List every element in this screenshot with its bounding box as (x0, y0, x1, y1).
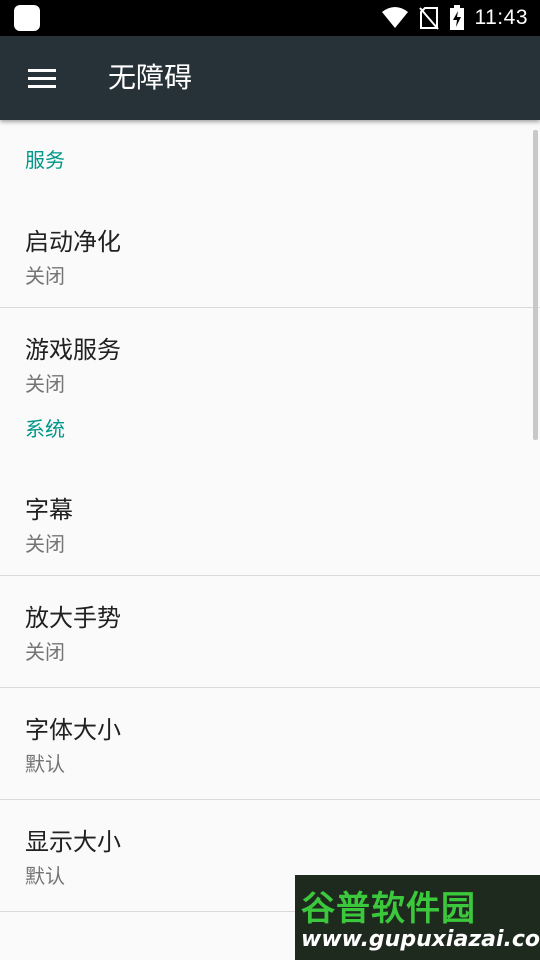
watermark-brand: 谷普软件园 (301, 889, 476, 929)
watermark: 谷普软件园 www.gupuxiazai.com (295, 875, 540, 960)
pref-title: 启动净化 (25, 228, 121, 256)
scrollbar[interactable] (533, 130, 538, 440)
pref-summary: 关闭 (25, 264, 65, 288)
pref-title: 字体大小 (25, 716, 121, 744)
pref-item-font-size[interactable]: 字体大小 默认 (0, 688, 540, 800)
status-time: 11:43 (474, 6, 528, 29)
pref-title: 显示大小 (25, 828, 121, 856)
page-title: 无障碍 (108, 61, 193, 94)
pref-item-game-service[interactable]: 游戏服务 关闭 (0, 308, 540, 420)
pref-summary: 关闭 (25, 532, 65, 556)
app-notification-icon (14, 5, 40, 31)
pref-summary: 关闭 (25, 640, 65, 664)
battery-charging-icon (449, 5, 464, 30)
menu-button[interactable] (14, 50, 70, 106)
status-bar: 11:43 (0, 0, 540, 36)
pref-item-magnification[interactable]: 放大手势 关闭 (0, 576, 540, 688)
wifi-icon (381, 7, 408, 28)
no-sim-icon (418, 7, 439, 30)
preference-list: 服务 启动净化 关闭 游戏服务 关闭 系统 字幕 关闭 放大手势 关闭 字体大小… (0, 120, 540, 960)
pref-title: 字幕 (25, 496, 73, 524)
pref-title: 放大手势 (25, 604, 121, 632)
pref-item-startup-clean[interactable]: 启动净化 关闭 (0, 200, 540, 308)
section-header-services: 服务 (25, 148, 65, 172)
accessibility-screen: 11:43 无障碍 服务 启动净化 关闭 游戏服务 关闭 系统 字幕 关闭 放大… (0, 0, 540, 960)
watermark-url: www.gupuxiazai.com (301, 927, 540, 952)
status-icons: 11:43 (381, 0, 529, 36)
toolbar: 无障碍 (0, 36, 540, 120)
pref-title: 游戏服务 (25, 336, 121, 364)
pref-summary: 关闭 (25, 372, 65, 396)
menu-icon (28, 69, 56, 88)
pref-summary: 默认 (25, 752, 65, 776)
pref-summary: 默认 (25, 864, 65, 888)
pref-item-captions[interactable]: 字幕 关闭 (0, 468, 540, 576)
